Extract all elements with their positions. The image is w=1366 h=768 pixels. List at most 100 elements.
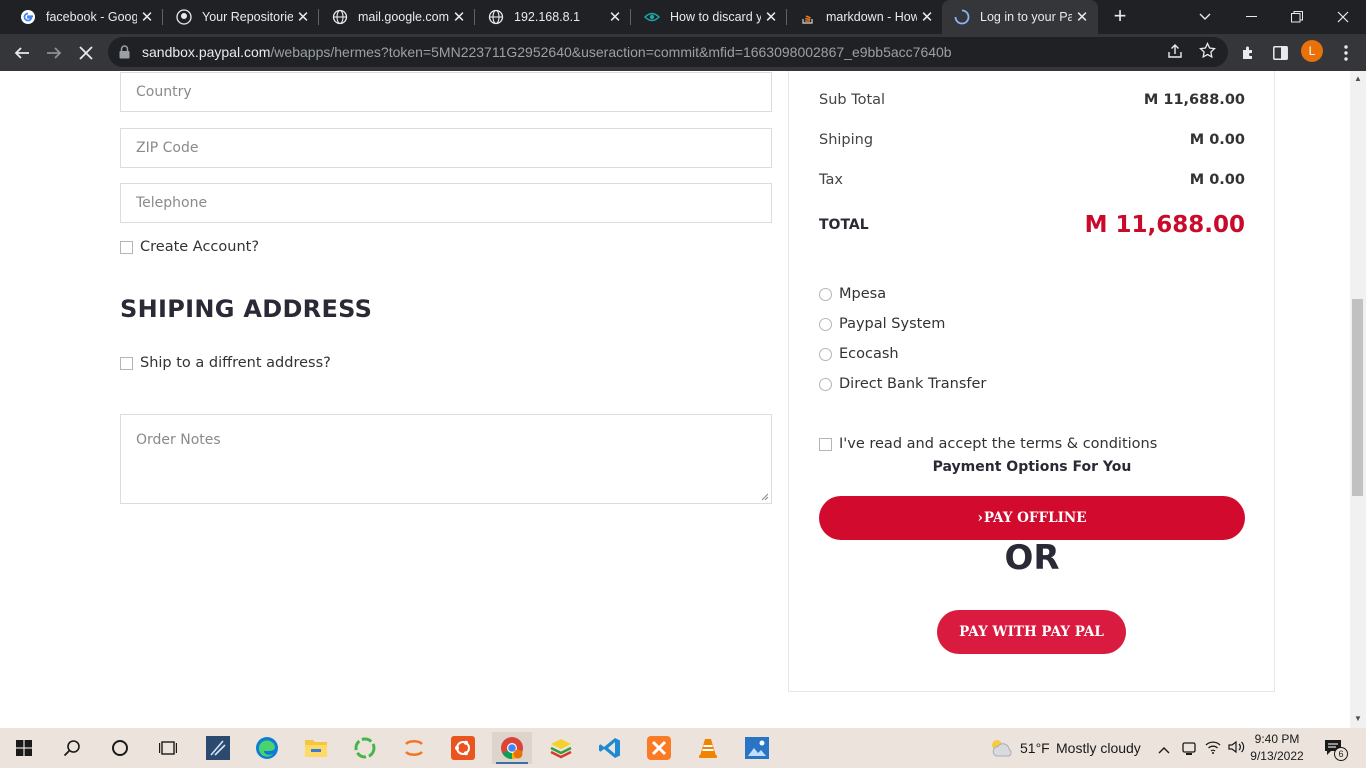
side-panel-icon[interactable]	[1266, 39, 1294, 67]
forward-icon[interactable]	[40, 39, 68, 67]
close-icon[interactable]: ✕	[917, 8, 937, 26]
bluestacks-icon[interactable]	[541, 732, 581, 764]
country-input[interactable]	[121, 73, 771, 111]
shipping-heading: SHIPING ADDRESS	[120, 295, 373, 323]
country-field[interactable]	[120, 72, 772, 112]
close-window-button[interactable]	[1320, 0, 1366, 34]
back-icon[interactable]	[8, 39, 36, 67]
pay-with-paypal-button[interactable]: PAY WITH PAY PAL	[937, 610, 1126, 654]
close-icon[interactable]: ✕	[1072, 8, 1092, 26]
clock-time: 9:40 PM	[1254, 732, 1300, 746]
terms-checkbox[interactable]	[819, 437, 832, 451]
subtotal-value: M 11,688.00	[1143, 92, 1245, 108]
bookmark-star-icon[interactable]	[1199, 41, 1216, 64]
notification-count-badge: 6	[1334, 747, 1348, 761]
close-icon[interactable]: ✕	[293, 8, 313, 26]
vscode-icon[interactable]	[590, 732, 630, 764]
close-icon[interactable]: ✕	[761, 8, 781, 26]
total-label: TOTAL	[819, 217, 869, 233]
scroll-up-icon[interactable]: ▲	[1354, 74, 1362, 83]
terms-row[interactable]: I've read and accept the terms & conditi…	[819, 436, 1157, 452]
telephone-field[interactable]	[120, 183, 772, 223]
payment-method-label: Mpesa	[839, 286, 887, 302]
shipping-row: Shiping M 0.00	[819, 132, 1245, 148]
browser-toolbar: sandbox.paypal.com/webapps/hermes?token=…	[0, 34, 1366, 71]
payment-method-mpesa[interactable]: Mpesa	[819, 286, 886, 302]
resize-handle-icon[interactable]	[761, 493, 769, 501]
extensions-icon[interactable]	[1234, 39, 1262, 67]
stackoverflow-icon	[800, 9, 816, 25]
weather-cloudy-icon[interactable]	[988, 736, 1014, 765]
stop-loading-icon[interactable]	[72, 39, 100, 67]
telephone-input[interactable]	[121, 184, 771, 222]
tab-markdown[interactable]: markdown - How ✕	[788, 0, 943, 34]
chevron-up-icon[interactable]	[1158, 741, 1170, 759]
profile-avatar[interactable]: L	[1301, 40, 1323, 62]
meet-now-icon[interactable]	[1182, 740, 1196, 761]
wifi-icon[interactable]	[1205, 740, 1221, 759]
new-tab-button[interactable]: +	[1108, 5, 1132, 29]
windows-start-icon[interactable]	[4, 732, 44, 764]
payment-method-paypal[interactable]: Paypal System	[819, 316, 945, 332]
tab-router[interactable]: 192.168.8.1 ✕	[476, 0, 631, 34]
address-bar[interactable]: sandbox.paypal.com/webapps/hermes?token=…	[108, 37, 1228, 67]
photos-icon[interactable]	[737, 732, 777, 764]
tab-paypal-login[interactable]: Log in to your Pa ✕	[942, 0, 1098, 34]
jupyter-icon[interactable]	[394, 732, 434, 764]
ubuntu-icon[interactable]	[443, 732, 483, 764]
tab-discard[interactable]: How to discard y ✕	[632, 0, 787, 34]
pen-app-icon[interactable]	[198, 732, 238, 764]
payment-method-label: Direct Bank Transfer	[839, 376, 987, 392]
menu-kebab-icon[interactable]	[1332, 39, 1360, 67]
payment-method-label: Ecocash	[839, 346, 899, 362]
payment-method-ecocash[interactable]: Ecocash	[819, 346, 899, 362]
total-row: TOTAL M 11,688.00	[819, 212, 1245, 238]
ship-different-row[interactable]: Ship to a diffrent address?	[120, 355, 331, 371]
url-domain: sandbox.paypal.com	[142, 44, 271, 60]
tab-facebook[interactable]: facebook - Googl ✕	[8, 0, 163, 34]
radio-button[interactable]	[819, 317, 832, 331]
xampp-icon[interactable]	[639, 732, 679, 764]
radio-button[interactable]	[819, 287, 832, 301]
payment-method-bank-transfer[interactable]: Direct Bank Transfer	[819, 376, 986, 392]
edge-icon[interactable]	[247, 732, 287, 764]
tab-mail[interactable]: mail.google.com ✕	[320, 0, 475, 34]
close-icon[interactable]: ✕	[605, 8, 625, 26]
weather-description[interactable]: Mostly cloudy	[1056, 740, 1141, 756]
tab-title: facebook - Googl	[46, 10, 137, 24]
system-clock[interactable]: 9:40 PM 9/13/2022	[1247, 731, 1307, 765]
search-icon[interactable]	[52, 732, 92, 764]
ship-different-checkbox[interactable]	[120, 356, 133, 370]
scrollbar-thumb[interactable]	[1352, 299, 1363, 496]
page-scrollbar[interactable]: ▲ ▼	[1350, 71, 1366, 728]
cortana-icon[interactable]	[100, 732, 140, 764]
radio-button[interactable]	[819, 347, 832, 361]
vlc-icon[interactable]	[688, 732, 728, 764]
recycle-app-icon[interactable]	[345, 732, 385, 764]
order-notes-field[interactable]	[120, 414, 772, 504]
radio-button[interactable]	[819, 377, 832, 391]
minimize-button[interactable]	[1228, 0, 1274, 34]
file-explorer-icon[interactable]	[296, 732, 336, 764]
close-icon[interactable]: ✕	[449, 8, 469, 26]
zip-input[interactable]	[121, 129, 771, 167]
scroll-down-icon[interactable]: ▼	[1354, 714, 1362, 723]
order-notes-textarea[interactable]	[121, 415, 771, 503]
tab-search-icon[interactable]	[1182, 0, 1228, 34]
tax-row: Tax M 0.00	[819, 172, 1245, 188]
weather-temperature[interactable]: 51°F	[1020, 740, 1050, 756]
chrome-icon[interactable]	[492, 732, 532, 764]
restore-button[interactable]	[1274, 0, 1320, 34]
task-view-icon[interactable]	[148, 732, 188, 764]
tab-repositories[interactable]: Your Repositories ✕	[164, 0, 319, 34]
payment-options-title: Payment Options For You	[932, 459, 1132, 475]
share-icon[interactable]	[1167, 43, 1183, 64]
pay-offline-button[interactable]: › PAY OFFLINE	[819, 496, 1245, 540]
create-account-checkbox[interactable]	[120, 240, 133, 254]
subtotal-label: Sub Total	[819, 92, 886, 108]
create-account-row[interactable]: Create Account?	[120, 239, 259, 255]
close-icon[interactable]: ✕	[137, 8, 157, 26]
github-icon	[176, 9, 192, 25]
volume-icon[interactable]	[1228, 740, 1246, 759]
zip-field[interactable]	[120, 128, 772, 168]
